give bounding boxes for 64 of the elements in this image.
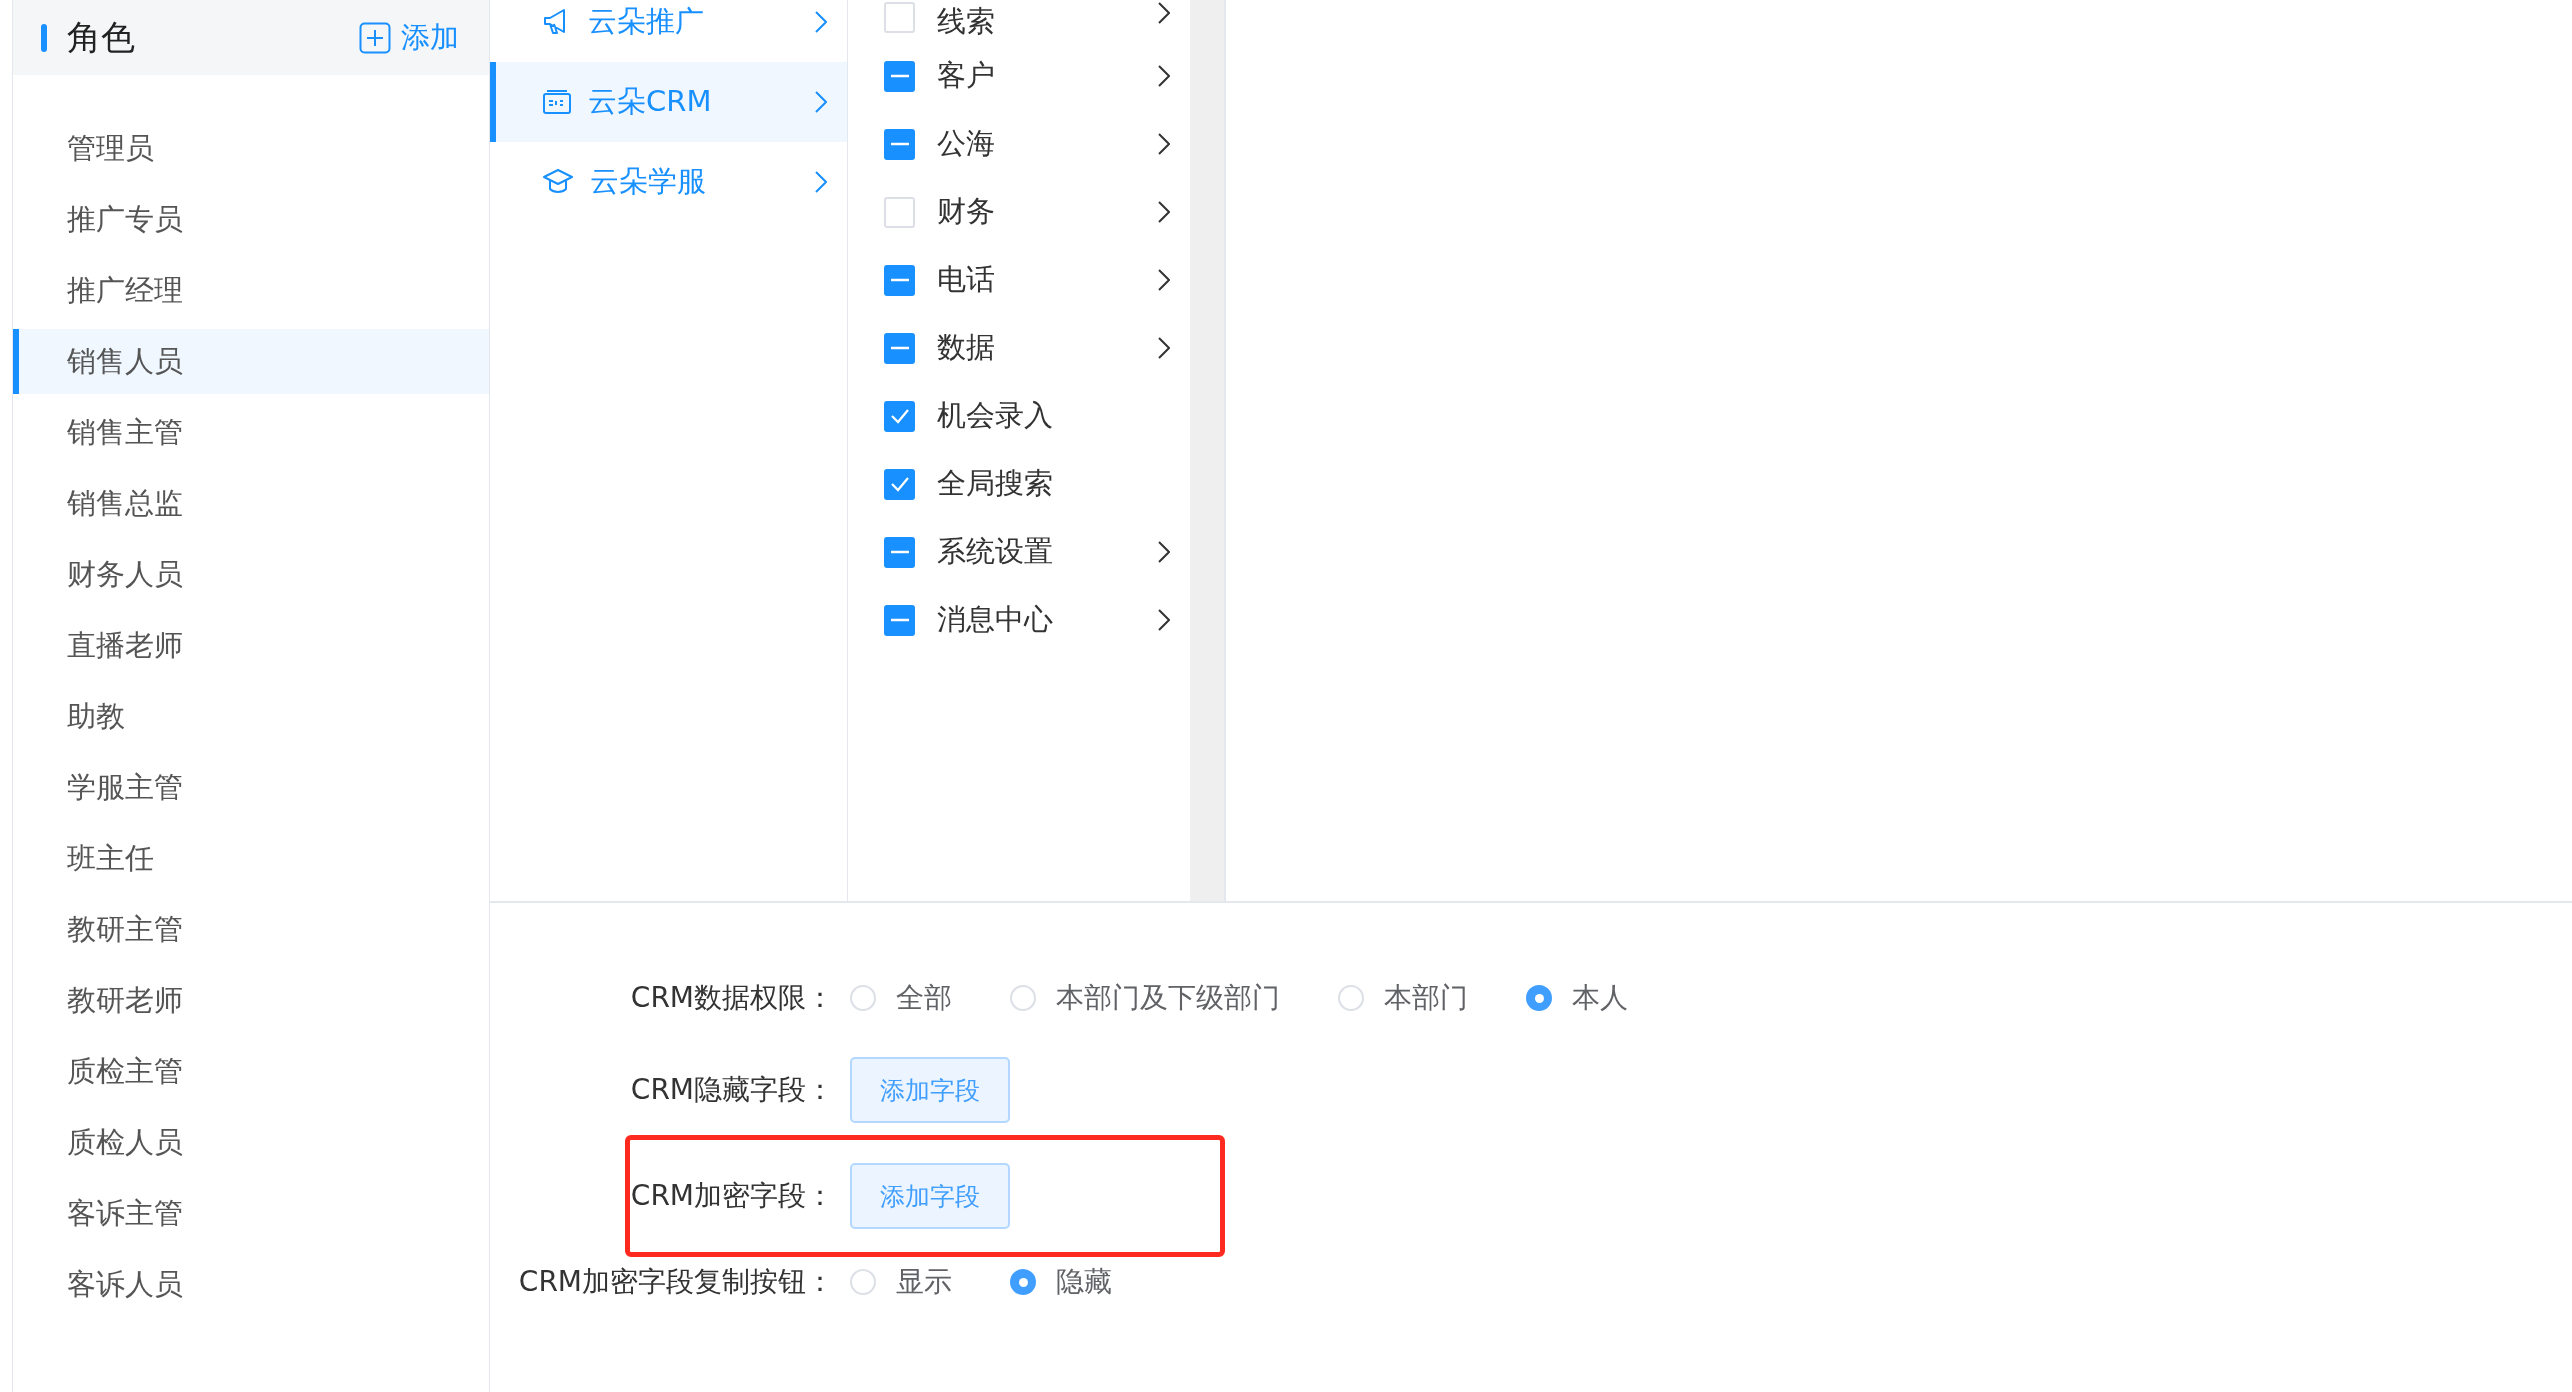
checkbox[interactable] [884, 332, 915, 364]
permission-label: 线索 [937, 3, 996, 40]
permission-label: 全局搜索 [937, 465, 1054, 502]
checkbox[interactable] [884, 400, 915, 432]
checkbox[interactable] [884, 468, 915, 500]
field-label: CRM加密字段复制按钮： [517, 1264, 835, 1300]
role-item[interactable]: 管理员 [13, 116, 489, 181]
field-label: CRM数据权限： [629, 980, 835, 1016]
field-label: CRM隐藏字段： [629, 1072, 835, 1108]
check-icon [889, 408, 910, 424]
checkbox[interactable] [884, 604, 915, 636]
permission-label: 消息中心 [937, 601, 1054, 638]
role-item[interactable]: 助教 [13, 684, 489, 749]
sidebar-title: 角色 [67, 15, 136, 59]
role-item[interactable]: 财务人员 [13, 542, 489, 607]
role-item[interactable]: 教研主管 [13, 897, 489, 962]
minus-icon [889, 142, 910, 146]
radio-option[interactable]: 全部 [850, 979, 952, 1017]
permission-label: 机会录入 [937, 397, 1054, 434]
role-item[interactable]: 直播老师 [13, 613, 489, 678]
radio-option[interactable]: 本部门 [1338, 979, 1468, 1017]
minus-icon [889, 278, 910, 282]
minus-icon [889, 346, 910, 350]
permission-label: 数据 [937, 329, 996, 366]
radio-option[interactable]: 显示 [850, 1263, 952, 1301]
chevron-right-icon [815, 91, 827, 113]
role-item[interactable]: 班主任 [13, 826, 489, 891]
checkbox[interactable] [884, 128, 915, 160]
checkbox[interactable] [884, 536, 915, 568]
permission-label: 电话 [937, 261, 996, 298]
radio-button[interactable] [1526, 985, 1552, 1011]
minus-icon [889, 618, 910, 622]
role-item[interactable]: 教研老师 [13, 968, 489, 1033]
role-item[interactable]: 销售总监 [13, 471, 489, 536]
plus-icon [359, 21, 391, 54]
role-item[interactable]: 销售主管 [13, 400, 489, 465]
scrollbar-track[interactable] [1190, 0, 1226, 901]
role-item[interactable]: 销售人员 [13, 329, 489, 394]
role-item[interactable]: 客诉人员 [13, 1252, 489, 1317]
role-item[interactable]: 客诉主管 [13, 1181, 489, 1246]
permission-label: 客户 [937, 57, 996, 94]
minus-icon [889, 550, 910, 554]
accent-bar [41, 23, 47, 52]
role-item[interactable]: 学服主管 [13, 755, 489, 820]
radio-option[interactable]: 隐藏 [1010, 1263, 1112, 1301]
role-item[interactable]: 推广专员 [13, 187, 489, 252]
role-item[interactable]: 质检主管 [13, 1039, 489, 1104]
crm-badge-icon [542, 89, 572, 115]
field-label: CRM加密字段： [629, 1178, 835, 1214]
checkbox[interactable] [884, 60, 915, 92]
permission-label: 财务 [937, 193, 996, 230]
chevron-right-icon [815, 171, 827, 193]
chevron-right-icon [815, 11, 827, 33]
radio-option[interactable]: 本部门及下级部门 [1010, 979, 1280, 1017]
check-icon [889, 476, 910, 492]
graduation-cap-icon [542, 168, 574, 196]
permission-label: 系统设置 [937, 533, 1054, 570]
checkbox[interactable] [884, 264, 915, 296]
role-item[interactable]: 推广经理 [13, 258, 489, 323]
permission-label: 公海 [937, 125, 996, 162]
role-item[interactable]: 质检人员 [13, 1110, 489, 1175]
minus-icon [889, 74, 910, 78]
radio-button[interactable] [1010, 1269, 1036, 1295]
radio-option[interactable]: 本人 [1526, 979, 1628, 1017]
